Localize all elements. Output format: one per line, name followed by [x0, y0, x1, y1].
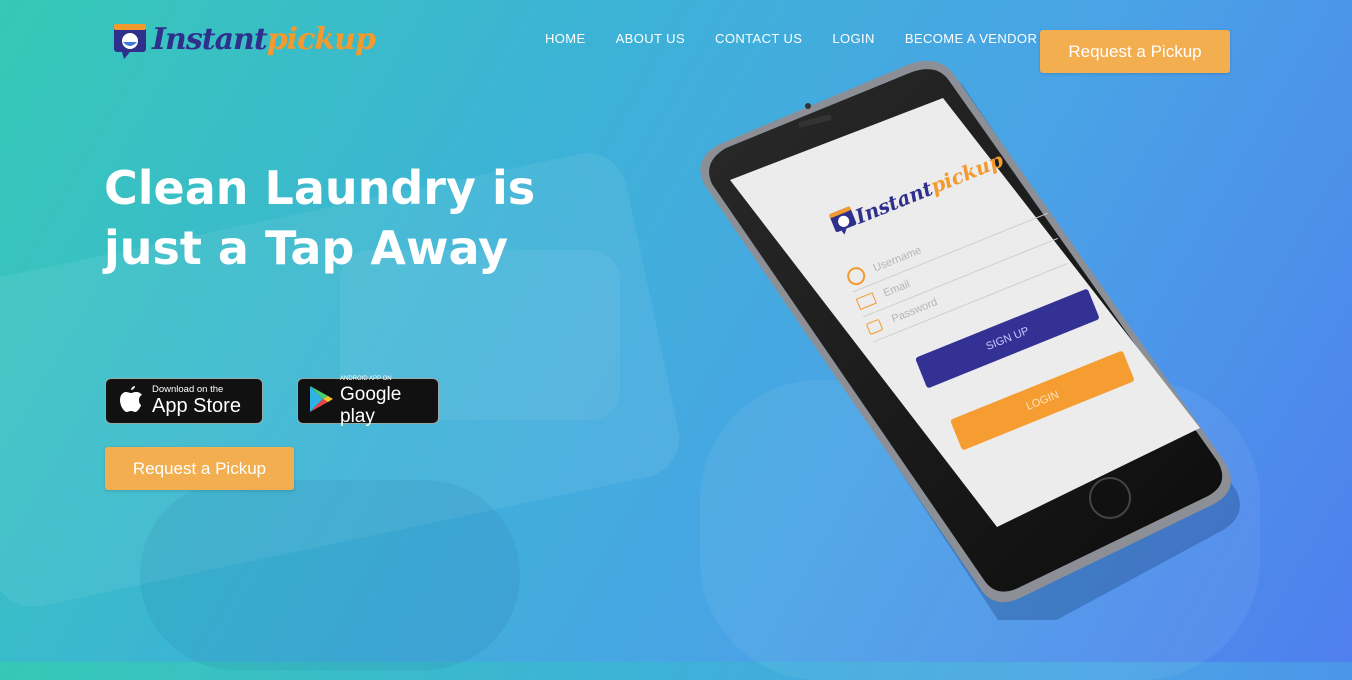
nav-become-a-vendor[interactable]: BECOME A VENDOR	[905, 31, 1037, 46]
hero-request-pickup-button[interactable]: Request a Pickup	[105, 447, 294, 490]
phone-brand-part1: Instant	[851, 176, 936, 229]
brand-name-part1: Instant	[152, 21, 268, 57]
phone-mockup: Instantpickup Username Email Password SI…	[700, 60, 1240, 635]
brand-logo[interactable]: Instantpickup	[112, 14, 376, 64]
lock-icon	[865, 318, 884, 336]
nav-home[interactable]: HOME	[545, 31, 586, 46]
phone-signup-label: SIGN UP	[984, 324, 1031, 353]
brand-name-part2: pickup	[266, 21, 376, 57]
main-nav: HOME ABOUT US CONTACT US LOGIN BECOME A …	[545, 31, 1067, 46]
google-play-icon	[308, 384, 334, 418]
google-play-big-text: Google play	[340, 384, 402, 427]
nav-about-us[interactable]: ABOUT US	[616, 31, 685, 46]
nav-contact-us[interactable]: CONTACT US	[715, 31, 802, 46]
app-store-big-text: App Store	[152, 395, 241, 417]
apple-icon	[118, 384, 144, 418]
google-play-small-text: ANDROID APP ON	[340, 376, 392, 382]
background-blur-shape	[140, 480, 520, 670]
app-store-small-text: Download on the	[152, 384, 224, 395]
hero-title: Clean Laundry is just a Tap Away	[104, 158, 624, 278]
google-play-badge[interactable]: ANDROID APP ON Google play	[297, 376, 439, 427]
washing-machine-icon	[112, 20, 148, 59]
hero-title-line2: just a Tap Away	[104, 221, 509, 275]
hero-title-line1: Clean Laundry is	[104, 161, 536, 215]
envelope-icon	[855, 292, 877, 311]
phone-brand-part2: pickup	[926, 147, 1007, 199]
nav-login[interactable]: LOGIN	[832, 31, 874, 46]
brand-name: Instantpickup	[152, 21, 376, 57]
app-store-badge[interactable]: Download on the App Store	[105, 378, 263, 424]
phone-login-label: LOGIN	[1024, 388, 1061, 413]
email-placeholder: Email	[881, 278, 912, 300]
